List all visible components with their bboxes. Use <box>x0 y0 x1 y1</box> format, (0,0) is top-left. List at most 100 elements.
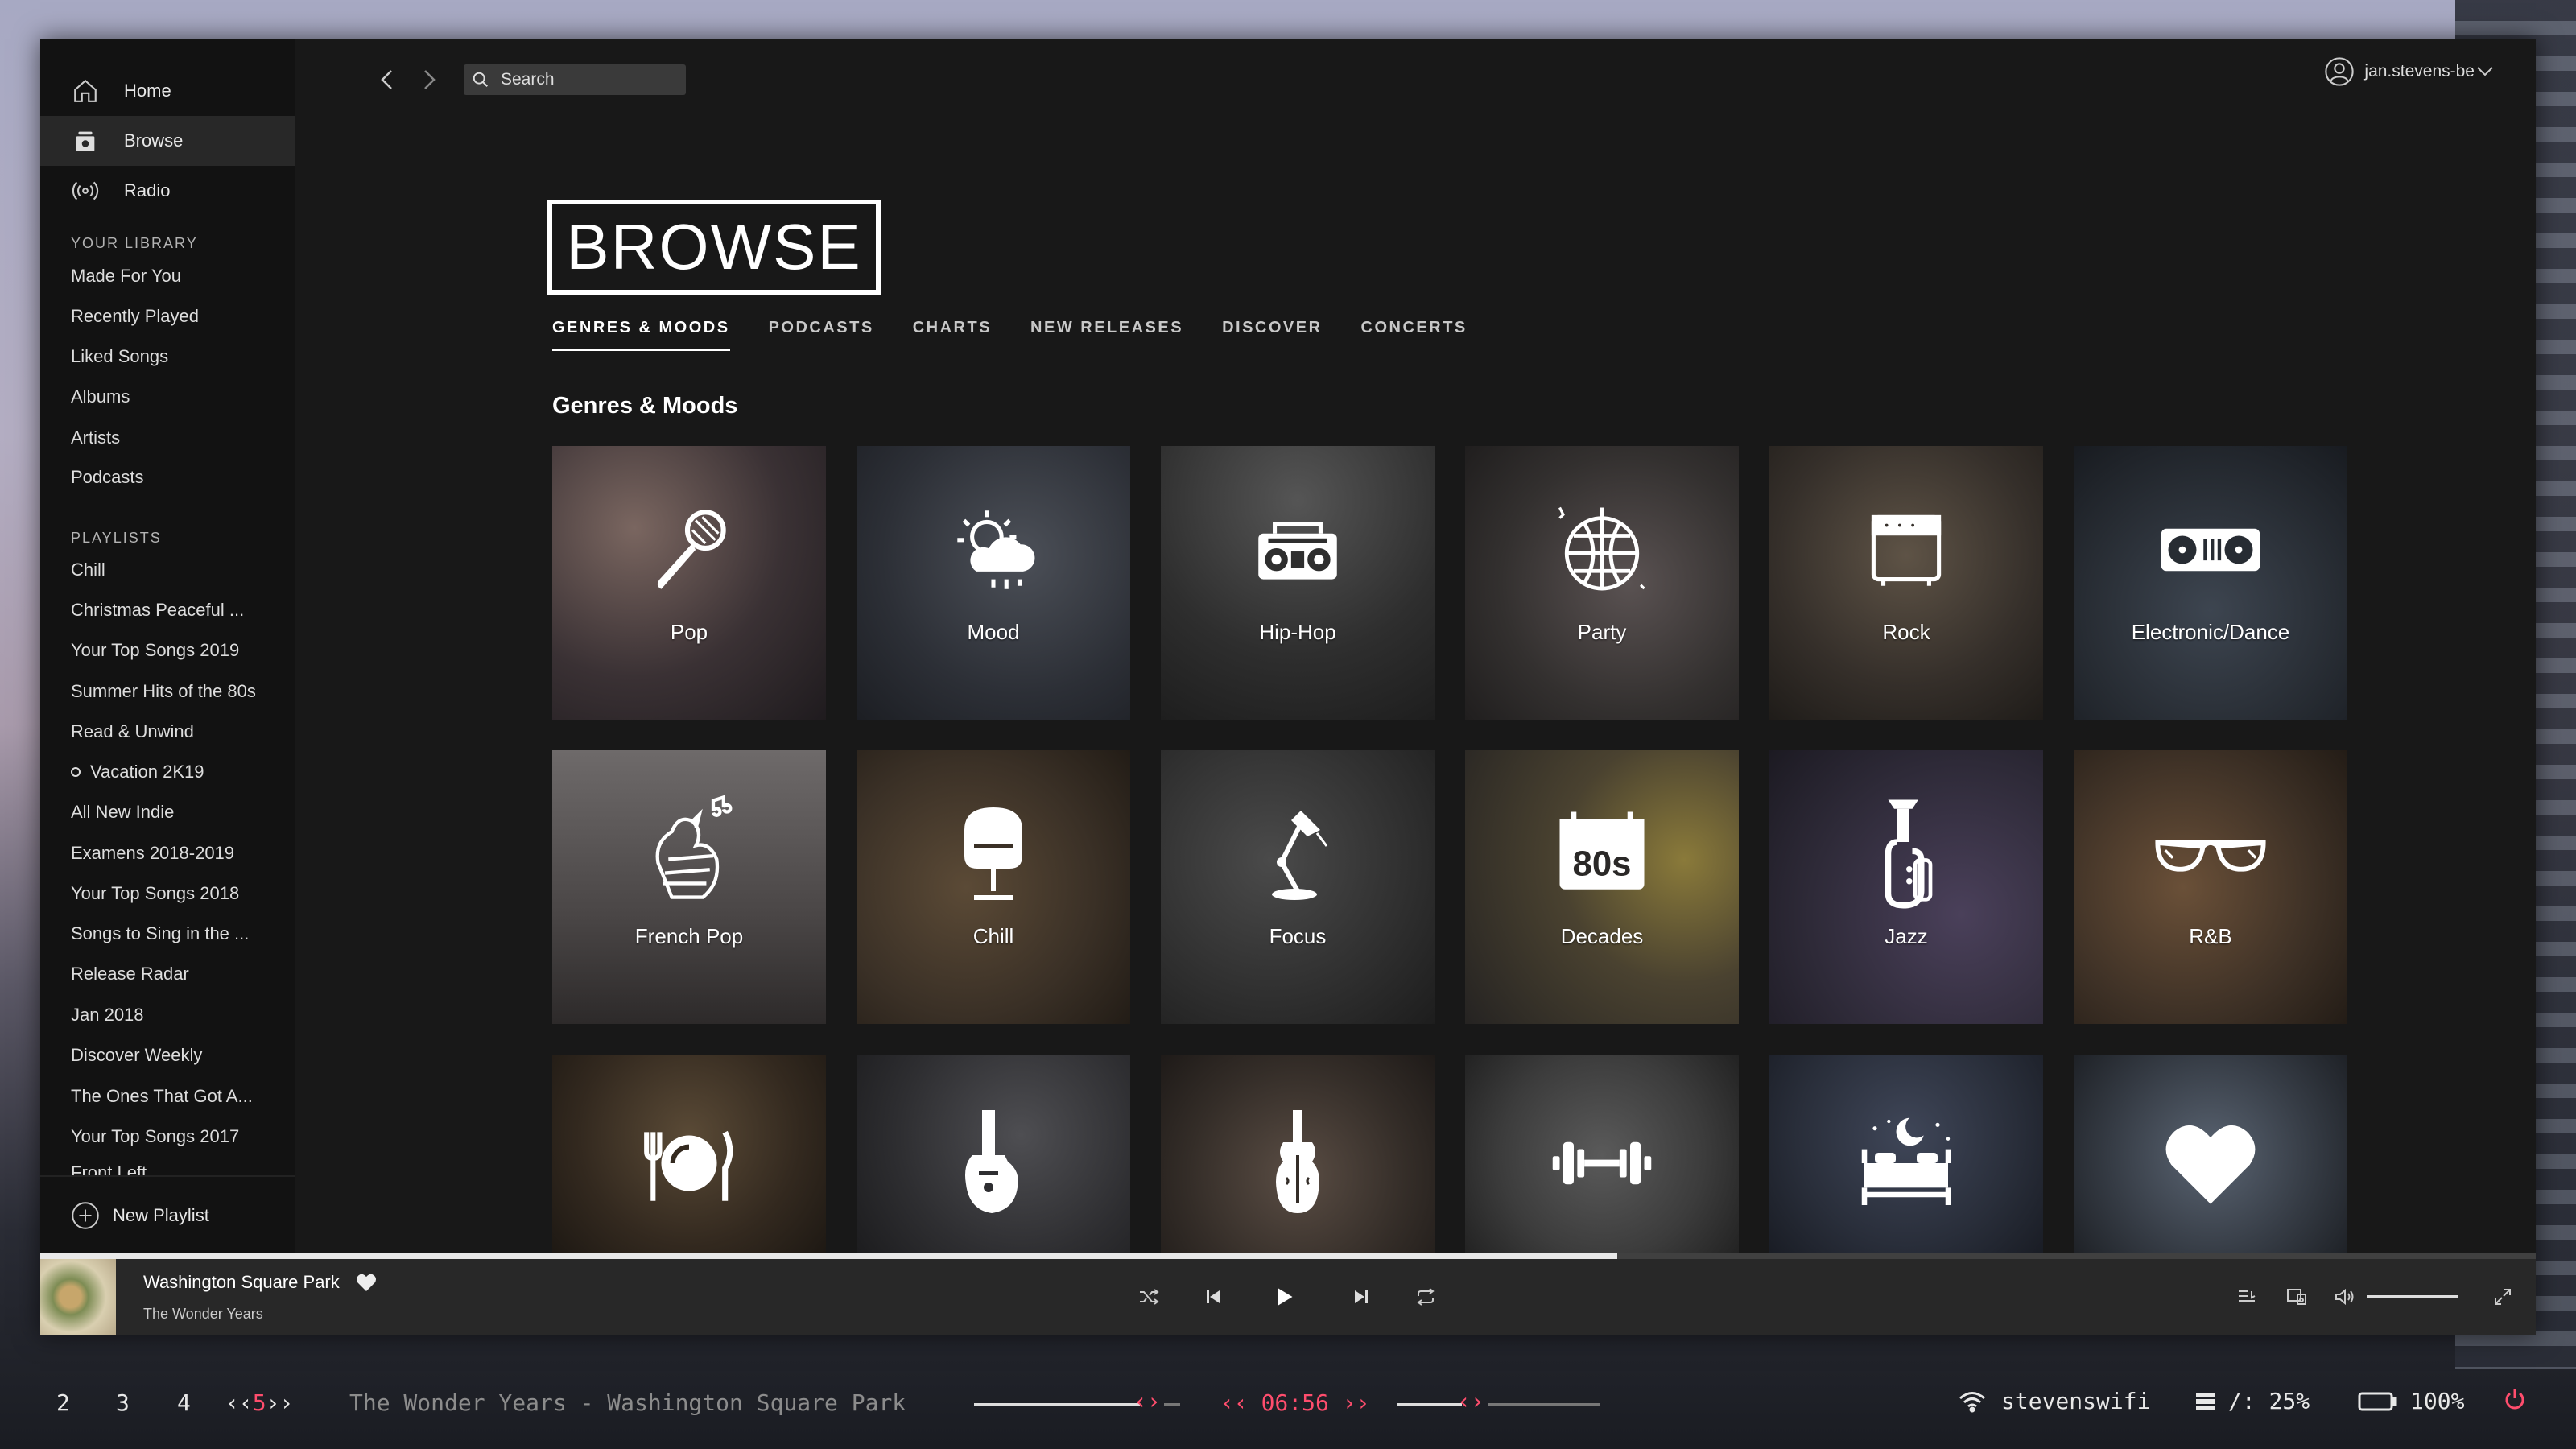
devices-button[interactable] <box>2283 1283 2310 1311</box>
amplifier-icon <box>1846 489 1967 610</box>
library-item[interactable]: Made For You <box>71 266 181 287</box>
disk-status[interactable]: /: 25% <box>2194 1388 2310 1414</box>
genre-tile-sleep[interactable] <box>1769 1055 2043 1253</box>
track-artist[interactable]: The Wonder Years <box>143 1306 263 1323</box>
workspace-3[interactable]: 3 <box>116 1389 130 1416</box>
volume-handle-icon[interactable]: ‹› <box>1457 1388 1484 1414</box>
genre-tile-romance[interactable] <box>2074 1055 2347 1253</box>
genre-tile-chill[interactable]: Chill <box>857 750 1130 1024</box>
sidebar-item-browse[interactable]: Browse <box>40 116 295 166</box>
track-info: Washington Square Park <box>143 1272 377 1293</box>
genre-tile-guitar[interactable] <box>857 1055 1130 1253</box>
tab-podcasts[interactable]: PODCASTS <box>769 319 874 351</box>
volume-button[interactable] <box>2331 1283 2359 1311</box>
playlist-item[interactable]: Your Top Songs 2018 <box>71 883 239 904</box>
volume-bar[interactable] <box>1397 1403 1462 1406</box>
tile-label: Rock <box>1882 619 1930 644</box>
previous-button[interactable] <box>1199 1283 1227 1311</box>
genre-tile-jazz[interactable]: Jazz <box>1769 750 2043 1024</box>
active-workspace-number: 5 <box>252 1389 266 1416</box>
queue-button[interactable] <box>2233 1283 2260 1311</box>
genre-tile-rnb[interactable]: R&B <box>2074 750 2347 1024</box>
rooster-icon <box>629 794 749 914</box>
new-playlist-button[interactable]: New Playlist <box>71 1201 209 1230</box>
tile-label: Jazz <box>1885 923 1928 948</box>
shuffle-button[interactable] <box>1135 1283 1162 1311</box>
album-cover[interactable] <box>40 1259 116 1335</box>
library-item[interactable]: Recently Played <box>71 306 199 327</box>
battery-status[interactable]: 100% <box>2357 1388 2464 1414</box>
tab-genres-moods[interactable]: GENRES & MOODS <box>552 319 730 351</box>
sidebar-item-radio[interactable]: Radio <box>40 166 295 216</box>
dumbbell-icon <box>1542 1103 1662 1224</box>
genre-tile-party[interactable]: Party <box>1465 446 1739 720</box>
disco-ball-icon <box>1542 489 1662 610</box>
sunglasses-icon <box>2150 794 2271 914</box>
workspace-4[interactable]: 4 <box>177 1389 191 1416</box>
genre-tile-french-pop[interactable]: French Pop <box>552 750 826 1024</box>
skip-back-icon <box>1207 1290 1220 1303</box>
song-progress-bar[interactable] <box>40 1253 2536 1259</box>
genre-tile-pop[interactable]: Pop <box>552 446 826 720</box>
fullscreen-button[interactable] <box>2489 1283 2516 1311</box>
tab-discover[interactable]: DISCOVER <box>1222 319 1322 351</box>
repeat-button[interactable] <box>1412 1283 1439 1311</box>
playlist-item-vacation[interactable]: Vacation 2K19 <box>71 762 204 782</box>
track-title[interactable]: Washington Square Park <box>143 1272 340 1293</box>
library-item[interactable]: Albums <box>71 386 130 407</box>
genre-tile-workout[interactable] <box>1465 1055 1739 1253</box>
playlist-item[interactable]: The Ones That Got A... <box>71 1086 253 1107</box>
repeat-icon <box>1417 1288 1435 1306</box>
back-button[interactable] <box>375 68 399 92</box>
wifi-status[interactable]: stevenswifi <box>1958 1388 2150 1414</box>
genre-tile-focus[interactable]: Focus <box>1161 750 1435 1024</box>
playlist-item[interactable]: Discover Weekly <box>71 1045 202 1066</box>
library-item[interactable]: Artists <box>71 427 120 448</box>
search-input[interactable]: Search <box>464 64 686 95</box>
workspace-2[interactable]: 2 <box>56 1389 70 1416</box>
playlist-item[interactable]: Your Top Songs 2017 <box>71 1126 239 1147</box>
chevron-right-icon <box>424 70 436 89</box>
volume-slider[interactable] <box>2367 1295 2458 1298</box>
heart-icon <box>2150 1103 2271 1224</box>
sidebar-item-home[interactable]: Home <box>40 66 295 116</box>
power-button[interactable] <box>2504 1388 2526 1410</box>
workspace-5-active[interactable]: ‹‹5›› <box>225 1389 293 1416</box>
play-icon <box>1278 1288 1293 1306</box>
seek-slider[interactable] <box>974 1403 1140 1406</box>
playlist-item[interactable]: Release Radar <box>71 964 189 985</box>
playlist-item[interactable]: Front Left <box>71 1166 147 1175</box>
genre-tile-electronic-dance[interactable]: Electronic/Dance <box>2074 446 2347 720</box>
playlist-item[interactable]: Songs to Sing in the ... <box>71 923 249 944</box>
library-item[interactable]: Podcasts <box>71 467 144 488</box>
playback-time: 06:56 <box>1261 1389 1329 1416</box>
playlist-item[interactable]: Examens 2018-2019 <box>71 843 234 864</box>
genre-tile-dinner[interactable] <box>552 1055 826 1253</box>
forward-button[interactable] <box>417 68 441 92</box>
playlist-item[interactable]: Your Top Songs 2019 <box>71 640 239 661</box>
heart-icon[interactable] <box>356 1273 377 1292</box>
library-item[interactable]: Liked Songs <box>71 346 168 367</box>
user-menu[interactable]: jan.stevens-be <box>2324 56 2504 87</box>
tab-concerts[interactable]: CONCERTS <box>1361 319 1468 351</box>
playlist-item[interactable]: Christmas Peaceful ... <box>71 600 244 621</box>
genre-tile-hip-hop[interactable]: Hip-Hop <box>1161 446 1435 720</box>
genre-tile-classical[interactable] <box>1161 1055 1435 1253</box>
play-button[interactable] <box>1264 1277 1304 1317</box>
seek-remaining <box>1164 1403 1180 1406</box>
genre-tile-mood[interactable]: Mood <box>857 446 1130 720</box>
tab-charts[interactable]: CHARTS <box>913 319 992 351</box>
chevron-double-left-icon: ‹‹ <box>225 1389 253 1416</box>
playlist-item[interactable]: Jan 2018 <box>71 1005 144 1026</box>
playlist-item[interactable]: Summer Hits of the 80s <box>71 681 256 702</box>
time-display: ‹‹ 06:56 ›› <box>1220 1389 1370 1416</box>
playlist-item[interactable]: Read & Unwind <box>71 721 194 742</box>
playlist-item[interactable]: Chill <box>71 559 105 580</box>
genre-tile-decades[interactable]: 80s Decades <box>1465 750 1739 1024</box>
username: jan.stevens-be <box>2364 62 2475 80</box>
next-button[interactable] <box>1348 1283 1375 1311</box>
tab-new-releases[interactable]: NEW RELEASES <box>1030 319 1183 351</box>
seek-handle-icon[interactable]: ‹› <box>1133 1388 1161 1414</box>
genre-tile-rock[interactable]: Rock <box>1769 446 2043 720</box>
playlist-item[interactable]: All New Indie <box>71 802 174 823</box>
